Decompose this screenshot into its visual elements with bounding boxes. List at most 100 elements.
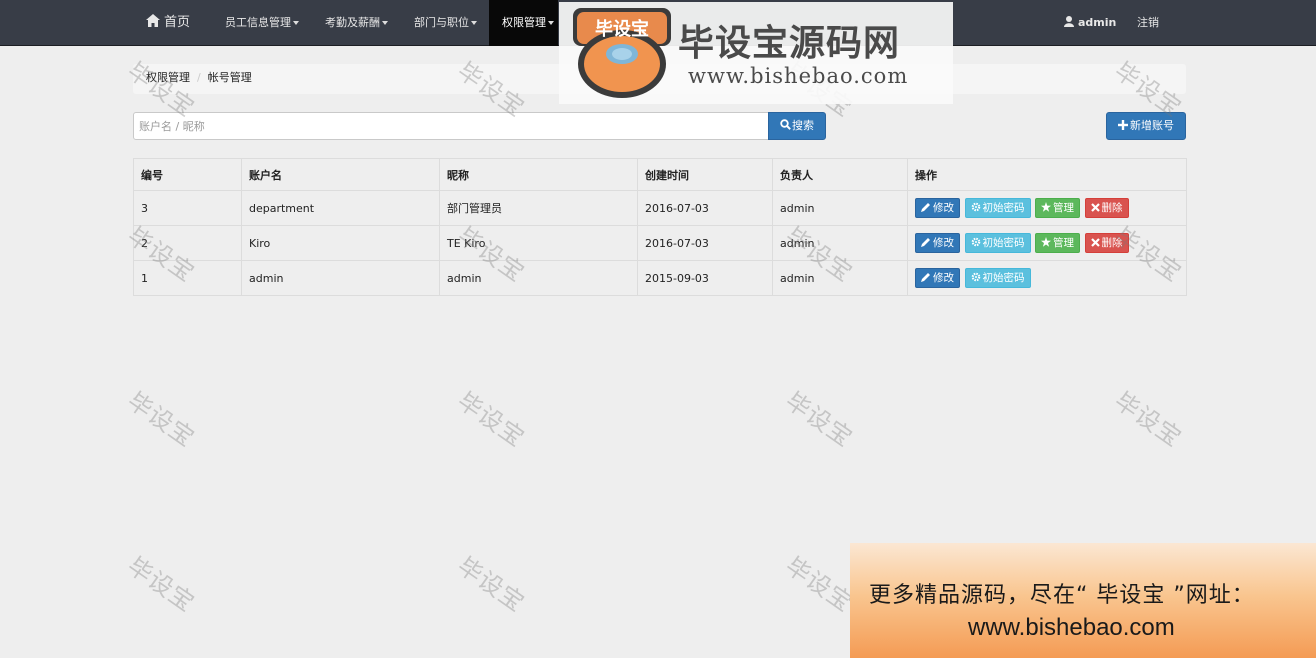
nav-attendance-label: 考勤及薪酬 xyxy=(325,16,380,29)
caret-down-icon xyxy=(548,21,554,25)
manage-button[interactable]: 管理 xyxy=(1035,198,1080,218)
mascot-logo-icon: 毕设宝 xyxy=(573,8,671,98)
edit-label: 修改 xyxy=(933,202,954,214)
add-account-label: 新增账号 xyxy=(1130,119,1174,132)
reset-label: 初始密码 xyxy=(982,202,1025,214)
cell-id: 1 xyxy=(133,260,242,296)
manage-label: 管理 xyxy=(1053,237,1074,249)
nav-department-menu[interactable]: 部门与职位 xyxy=(400,0,491,46)
nav-permission-label: 权限管理 xyxy=(502,16,546,29)
nav-user-label: admin xyxy=(1078,16,1117,29)
delete-label: 删除 xyxy=(1101,202,1123,214)
nav-employee-label: 员工信息管理 xyxy=(225,16,291,29)
pencil-icon xyxy=(921,273,930,282)
search-input[interactable] xyxy=(133,112,769,140)
header-owner: 负责人 xyxy=(772,158,908,191)
nav-home[interactable]: 首页 xyxy=(133,0,201,46)
cell-id: 2 xyxy=(133,225,242,261)
plus-icon xyxy=(1118,120,1128,130)
logo-title: 毕设宝源码网 xyxy=(678,23,901,64)
logo-badge-text: 毕设宝 xyxy=(595,18,649,40)
account-table: 编号 账户名 昵称 创建时间 负责人 操作 3 department 部门管理员… xyxy=(133,158,1187,296)
cell-actions: 修改 初始密码 xyxy=(907,260,1187,296)
cell-nickname: admin xyxy=(439,260,638,296)
cell-created: 2016-07-03 xyxy=(637,190,773,226)
gear-icon xyxy=(971,202,980,212)
cell-id: 3 xyxy=(133,190,242,226)
delete-button[interactable]: 删除 xyxy=(1084,233,1129,253)
home-icon xyxy=(146,1,160,47)
cell-owner: admin xyxy=(772,225,908,261)
pencil-icon xyxy=(921,203,930,212)
edit-button[interactable]: 修改 xyxy=(915,268,960,288)
promo-text: 更多精品源码，尽在“ 毕设宝 ”网址： xyxy=(869,583,1255,608)
logout-link[interactable]: 注销 xyxy=(1137,0,1159,46)
watermark: 毕设宝 xyxy=(780,386,858,453)
cell-account: Kiro xyxy=(241,225,440,261)
caret-down-icon xyxy=(293,21,299,25)
nav-employee-menu[interactable]: 员工信息管理 xyxy=(211,0,313,46)
header-account: 账户名 xyxy=(241,158,440,191)
delete-button[interactable]: 删除 xyxy=(1084,198,1129,218)
close-icon xyxy=(1090,238,1100,247)
cell-owner: admin xyxy=(772,260,908,296)
reset-label: 初始密码 xyxy=(982,272,1025,284)
breadcrumb-current: 帐号管理 xyxy=(207,71,252,84)
logo-url: www.bishebao.com xyxy=(688,64,909,88)
nav-department-label: 部门与职位 xyxy=(414,16,469,29)
reset-password-button[interactable]: 初始密码 xyxy=(964,268,1031,288)
watermark: 毕设宝 xyxy=(452,386,530,453)
edit-button[interactable]: 修改 xyxy=(915,233,960,253)
promo-url[interactable]: www.bishebao.com xyxy=(968,614,1175,642)
watermark: 毕设宝 xyxy=(1109,386,1187,453)
table-row: 1 admin admin 2015-09-03 admin 修改 初始密码 xyxy=(133,260,1187,296)
watermark: 毕设宝 xyxy=(122,386,200,453)
edit-label: 修改 xyxy=(933,237,954,249)
table-row: 2 Kiro TE Kiro 2016-07-03 admin 修改 初始密码 … xyxy=(133,225,1187,261)
cell-actions: 修改 初始密码 管理 删除 xyxy=(907,190,1187,226)
caret-down-icon xyxy=(471,21,477,25)
reset-password-button[interactable]: 初始密码 xyxy=(964,198,1031,218)
table-header-row: 编号 账户名 昵称 创建时间 负责人 操作 xyxy=(133,158,1187,191)
star-icon xyxy=(1041,237,1051,247)
edit-label: 修改 xyxy=(933,272,954,284)
edit-button[interactable]: 修改 xyxy=(915,198,960,218)
search-icon xyxy=(780,119,791,130)
caret-down-icon xyxy=(382,21,388,25)
breadcrumb-separator: / xyxy=(197,71,201,84)
user-icon xyxy=(1064,1,1074,47)
nav-attendance-menu[interactable]: 考勤及薪酬 xyxy=(311,0,402,46)
gear-icon xyxy=(971,272,980,282)
cell-actions: 修改 初始密码 管理 删除 xyxy=(907,225,1187,261)
reset-password-button[interactable]: 初始密码 xyxy=(964,233,1031,253)
pencil-icon xyxy=(921,238,930,247)
header-actions: 操作 xyxy=(907,158,1187,191)
cell-account: admin xyxy=(241,260,440,296)
search-button[interactable]: 搜索 xyxy=(768,112,826,140)
header-created: 创建时间 xyxy=(637,158,773,191)
table-row: 3 department 部门管理员 2016-07-03 admin 修改 初… xyxy=(133,190,1187,226)
watermark: 毕设宝 xyxy=(122,551,200,618)
watermark: 毕设宝 xyxy=(452,551,530,618)
cell-nickname: TE Kiro xyxy=(439,225,638,261)
cell-created: 2016-07-03 xyxy=(637,225,773,261)
star-icon xyxy=(1041,202,1051,212)
nav-home-label: 首页 xyxy=(164,15,191,30)
search-button-label: 搜索 xyxy=(792,119,814,132)
cell-created: 2015-09-03 xyxy=(637,260,773,296)
reset-label: 初始密码 xyxy=(982,237,1025,249)
delete-label: 删除 xyxy=(1101,237,1123,249)
close-icon xyxy=(1090,203,1100,212)
manage-button[interactable]: 管理 xyxy=(1035,233,1080,253)
cell-account: department xyxy=(241,190,440,226)
gear-icon xyxy=(971,237,980,247)
add-account-button[interactable]: 新增账号 xyxy=(1106,112,1186,140)
logout-label: 注销 xyxy=(1137,16,1159,29)
header-nickname: 昵称 xyxy=(439,158,638,191)
account-table-wrapper: 编号 账户名 昵称 创建时间 负责人 操作 3 department 部门管理员… xyxy=(133,158,1187,296)
header-id: 编号 xyxy=(133,158,242,191)
cell-owner: admin xyxy=(772,190,908,226)
nav-permission-menu[interactable]: 权限管理 xyxy=(489,0,558,46)
breadcrumb-parent[interactable]: 权限管理 xyxy=(146,71,190,84)
nav-user[interactable]: admin xyxy=(1064,0,1116,46)
